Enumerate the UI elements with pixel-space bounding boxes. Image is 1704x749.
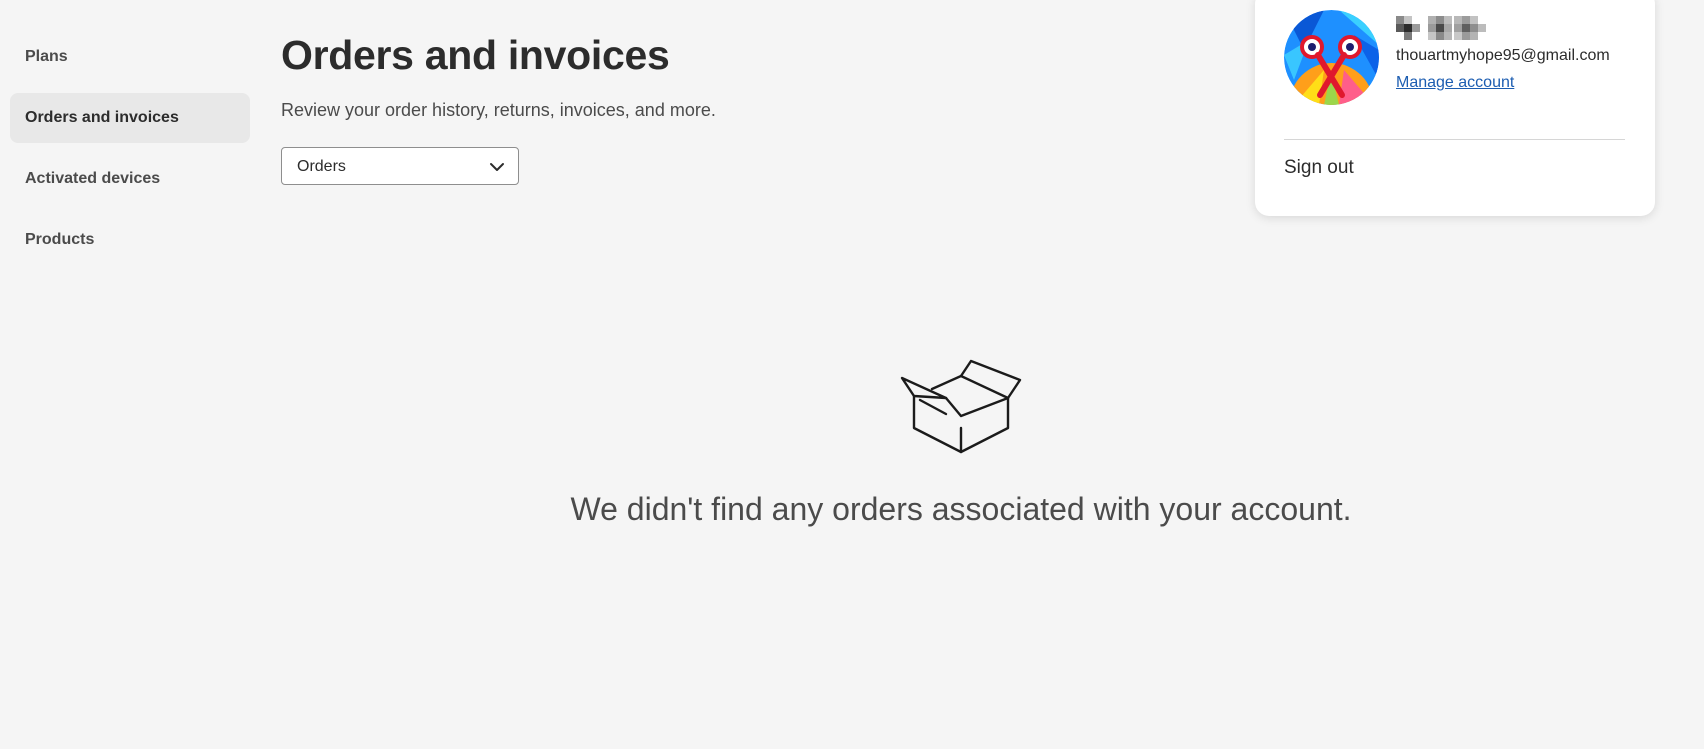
sidebar-item-activated-devices[interactable]: Activated devices bbox=[10, 154, 250, 204]
page-title: Orders and invoices bbox=[281, 32, 670, 78]
empty-state-message: We didn't find any orders associated wit… bbox=[570, 491, 1352, 527]
sign-out-button[interactable]: Sign out bbox=[1284, 157, 1354, 179]
empty-state: We didn't find any orders associated wit… bbox=[260, 491, 1662, 528]
sidebar-nav: Plans Orders and invoices Activated devi… bbox=[10, 32, 250, 276]
redacted-name bbox=[1396, 16, 1486, 40]
sidebar-item-plans[interactable]: Plans bbox=[10, 32, 250, 82]
open-box-icon bbox=[900, 359, 1022, 454]
divider bbox=[1284, 139, 1625, 140]
chevron-down-icon bbox=[490, 163, 504, 171]
page-subtitle: Review your order history, returns, invo… bbox=[281, 100, 716, 120]
account-popover: thouartmyhope95@gmail.com Manage account… bbox=[1255, 0, 1655, 216]
sidebar-item-orders-and-invoices[interactable]: Orders and invoices bbox=[10, 93, 250, 143]
order-type-select-value: Orders bbox=[297, 158, 346, 175]
page: Plans Orders and invoices Activated devi… bbox=[0, 0, 1704, 749]
order-type-select[interactable]: Orders bbox=[281, 147, 519, 185]
sidebar-item-products[interactable]: Products bbox=[10, 215, 250, 265]
manage-account-link[interactable]: Manage account bbox=[1396, 74, 1514, 92]
account-email: thouartmyhope95@gmail.com bbox=[1396, 47, 1610, 64]
avatar[interactable] bbox=[1284, 10, 1379, 105]
